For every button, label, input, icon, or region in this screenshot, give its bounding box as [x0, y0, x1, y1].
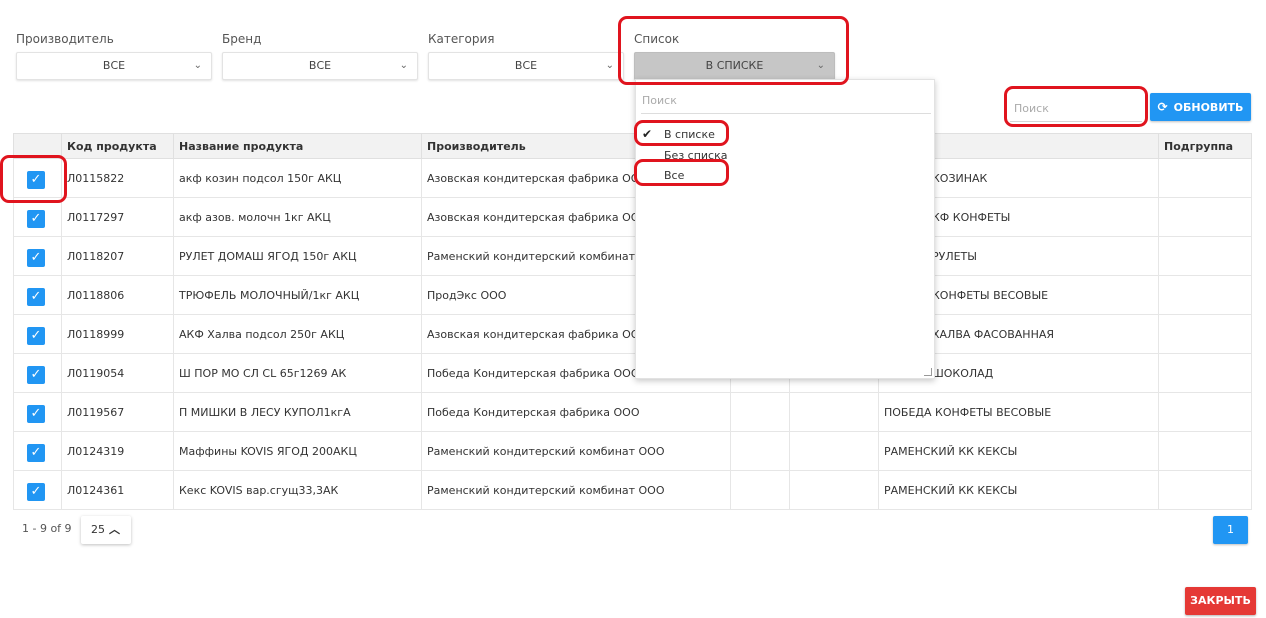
table-row[interactable]: ✓ Л0119567 П МИШКИ В ЛЕСУ КУПОЛ1кгА Побе…: [13, 392, 1252, 432]
filter-category-label: Категория: [428, 32, 495, 46]
cell-name: П МИШКИ В ЛЕСУ КУПОЛ1кгА: [173, 392, 422, 432]
products-table: Код продукта Название продукта Производи…: [13, 133, 1252, 510]
filter-list-label: Список: [634, 32, 680, 46]
cell-name: акф козин подсол 150г АКЦ: [173, 158, 422, 198]
page-button-1[interactable]: 1: [1213, 516, 1248, 544]
brand-select-value: ВСЕ: [308, 59, 332, 72]
cell-group: РАМЕНСКИЙ КК КЕКСЫ: [878, 470, 1159, 510]
filter-list: Список В СПИСКЕ ⌄: [634, 31, 835, 80]
resize-handle[interactable]: [924, 368, 932, 376]
filter-brand: Бренд ВСЕ ⌄: [222, 31, 418, 80]
table-row[interactable]: ✓ Л0124319 Маффины KOVIS ЯГОД 200АКЦ Рам…: [13, 431, 1252, 471]
cell-name: Маффины KOVIS ЯГОД 200АКЦ: [173, 431, 422, 471]
dropdown-option-without-list[interactable]: Без списка: [664, 149, 727, 162]
chevron-down-icon: ⌄: [605, 60, 614, 71]
category-select[interactable]: ВСЕ ⌄: [428, 52, 624, 80]
check-icon: ✔: [642, 127, 653, 141]
row-checkbox[interactable]: ✓: [27, 287, 45, 306]
cell-code: Л0124319: [61, 431, 174, 471]
cell-name: акф азов. молочн 1кг АКЦ: [173, 197, 422, 237]
chevron-down-icon: ⌄: [193, 60, 202, 71]
table-row[interactable]: ✓ Л0115822 акф козин подсол 150г АКЦ Азо…: [13, 158, 1252, 198]
close-button[interactable]: ЗАКРЫТЬ: [1185, 587, 1256, 615]
pager-info: 1 - 9 of 9: [22, 522, 72, 535]
dropdown-option-in-list[interactable]: В списке: [664, 128, 715, 141]
row-checkbox[interactable]: ✓: [27, 482, 45, 501]
filter-manufacturer: Производитель ВСЕ ⌄: [16, 31, 212, 80]
refresh-button[interactable]: ⟳ ОБНОВИТЬ: [1150, 93, 1251, 121]
header-name[interactable]: Название продукта: [173, 133, 422, 159]
chevron-down-icon: ⌄: [816, 60, 825, 71]
table-row[interactable]: ✓ Л0118999 АКФ Халва подсол 250г АКЦ Азо…: [13, 314, 1252, 354]
cell-code: Л0118207: [61, 236, 174, 276]
cell-group: РАМЕНСКИЙ КК КЕКСЫ: [878, 431, 1159, 471]
cell-manufacturer: Раменский кондитерский комбинат ООО: [421, 470, 731, 510]
cell-manufacturer: Раменский кондитерский комбинат ООО: [421, 431, 731, 471]
filter-brand-label: Бренд: [222, 32, 262, 46]
row-checkbox[interactable]: ✓: [27, 170, 45, 189]
row-checkbox[interactable]: ✓: [27, 365, 45, 384]
cell-code: Л0124361: [61, 470, 174, 510]
cell-code: Л0119054: [61, 353, 174, 393]
brand-select[interactable]: ВСЕ ⌄: [222, 52, 418, 80]
row-checkbox[interactable]: ✓: [27, 443, 45, 462]
cell-group: ПОБЕДА КОНФЕТЫ ВЕСОВЫЕ: [878, 392, 1159, 432]
table-row[interactable]: ✓ Л0118806 ТРЮФЕЛЬ МОЛОЧНЫЙ/1кг АКЦ Прод…: [13, 275, 1252, 315]
refresh-button-label: ОБНОВИТЬ: [1173, 101, 1244, 114]
search-input[interactable]: Поиск: [1010, 96, 1142, 122]
table-row[interactable]: ✓ Л0119054 Ш ПОР МО СЛ CL 65г1269 АК Поб…: [13, 353, 1252, 393]
refresh-icon: ⟳: [1157, 100, 1168, 114]
table-row[interactable]: ✓ Л0118207 РУЛЕТ ДОМАШ ЯГОД 150г АКЦ Рам…: [13, 236, 1252, 276]
cell-name: РУЛЕТ ДОМАШ ЯГОД 150г АКЦ: [173, 236, 422, 276]
row-checkbox[interactable]: ✓: [27, 326, 45, 345]
chevron-down-icon: ⌄: [399, 60, 408, 71]
list-select-value: В СПИСКЕ: [705, 59, 764, 72]
header-subgroup[interactable]: Подгруппа: [1158, 133, 1252, 159]
row-checkbox[interactable]: ✓: [27, 404, 45, 423]
page-size-value: 25: [91, 523, 105, 536]
row-checkbox[interactable]: ✓: [27, 209, 45, 228]
cell-code: Л0118806: [61, 275, 174, 315]
list-select[interactable]: В СПИСКЕ ⌄: [634, 52, 835, 80]
cell-name: Ш ПОР МО СЛ CL 65г1269 АК: [173, 353, 422, 393]
dropdown-search-input[interactable]: Поиск: [641, 90, 931, 114]
cell-name: Кекс KOVIS вар.сгущ33,3АК: [173, 470, 422, 510]
row-checkbox[interactable]: ✓: [27, 248, 45, 267]
cell-name: ТРЮФЕЛЬ МОЛОЧНЫЙ/1кг АКЦ: [173, 275, 422, 315]
category-select-value: ВСЕ: [514, 59, 538, 72]
filter-manufacturer-label: Производитель: [16, 32, 114, 46]
cell-code: Л0115822: [61, 158, 174, 198]
manufacturer-select[interactable]: ВСЕ ⌄: [16, 52, 212, 80]
cell-manufacturer: Победа Кондитерская фабрика ООО: [421, 392, 731, 432]
chevron-up-icon: ︿: [109, 523, 120, 536]
list-dropdown: Поиск ✔ В списке Без списка Все: [635, 79, 935, 379]
table-row[interactable]: ✓ Л0124361 Кекс KOVIS вар.сгущ33,3АК Рам…: [13, 470, 1252, 510]
table-header-row: Код продукта Название продукта Производи…: [13, 133, 1252, 159]
filter-category: Категория ВСЕ ⌄: [428, 31, 624, 80]
header-code[interactable]: Код продукта: [61, 133, 174, 159]
page-size-select[interactable]: 25 ︿: [81, 516, 131, 544]
cell-code: Л0118999: [61, 314, 174, 354]
cell-name: АКФ Халва подсол 250г АКЦ: [173, 314, 422, 354]
cell-code: Л0119567: [61, 392, 174, 432]
dropdown-option-all[interactable]: Все: [664, 169, 684, 182]
manufacturer-select-value: ВСЕ: [102, 59, 126, 72]
header-checkbox[interactable]: [13, 133, 62, 159]
cell-code: Л0117297: [61, 197, 174, 237]
table-row[interactable]: ✓ Л0117297 акф азов. молочн 1кг АКЦ Азов…: [13, 197, 1252, 237]
